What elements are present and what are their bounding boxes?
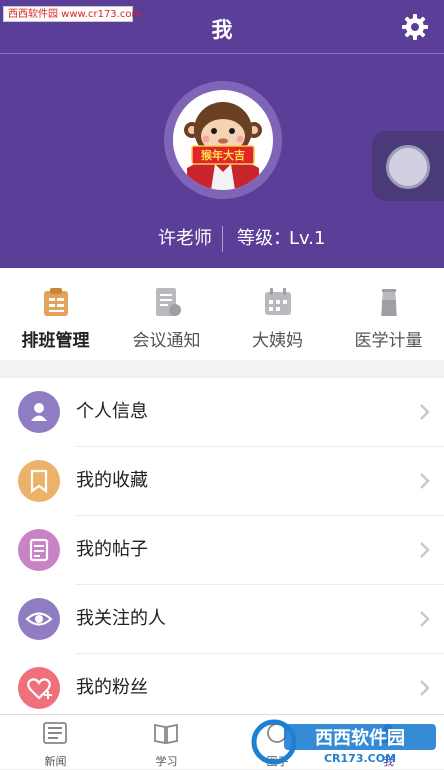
username: 许老师 xyxy=(158,228,212,249)
tab-study[interactable]: 学习 xyxy=(111,715,222,770)
menu-item-label: 我的帖子 xyxy=(76,539,148,560)
person-icon xyxy=(18,391,60,433)
menu-item-label: 我的粉丝 xyxy=(76,677,148,698)
document-icon xyxy=(156,288,181,316)
quick-action-period[interactable]: 大姨妈 xyxy=(222,268,333,360)
gear-icon[interactable] xyxy=(400,12,430,42)
menu-item-label: 我的收藏 xyxy=(76,470,148,491)
tab-label: 新闻 xyxy=(44,755,67,768)
menu-item-label: 我关注的人 xyxy=(76,608,166,629)
bookmark-icon xyxy=(18,460,60,502)
clipboard-icon xyxy=(44,288,68,316)
chevron-right-icon xyxy=(420,611,430,627)
heart-plus-icon xyxy=(18,667,60,709)
quick-action-schedule[interactable]: 排班管理 xyxy=(0,268,111,360)
quick-action-label: 大姨妈 xyxy=(252,331,303,351)
news-icon xyxy=(43,722,67,744)
user-info-row: 许老师 等级： Lv.1 xyxy=(0,226,444,252)
chevron-right-icon xyxy=(420,542,430,558)
book-icon xyxy=(154,723,178,745)
chevron-right-icon xyxy=(420,473,430,489)
menu-item-following[interactable]: 我关注的人 xyxy=(0,585,444,653)
chevron-right-icon xyxy=(420,680,430,696)
profile-menu: 个人信息 我的收藏 我的帖子 我关注的人 我的粉丝 xyxy=(0,378,444,714)
user-info-divider xyxy=(222,226,223,252)
menu-item-personal-info[interactable]: 个人信息 xyxy=(0,378,444,446)
quick-action-label: 医学计量 xyxy=(354,331,423,351)
menu-item-my-posts[interactable]: 我的帖子 xyxy=(0,516,444,584)
floating-button-knob-icon[interactable] xyxy=(386,145,430,189)
quick-action-measurement[interactable]: 医学计量 xyxy=(333,268,444,360)
avatar[interactable]: 猴年大吉 xyxy=(173,90,273,190)
avatar-banner-text: 猴年大吉 xyxy=(201,148,245,162)
level-label: 等级： xyxy=(237,228,291,249)
watermark-url: CR173.COM xyxy=(324,752,396,765)
note-icon xyxy=(18,529,60,571)
calendar-icon xyxy=(265,288,291,315)
chevron-right-icon xyxy=(420,404,430,420)
level-value: Lv.1 xyxy=(289,228,326,249)
header-divider xyxy=(0,53,444,54)
tab-news[interactable]: 新闻 xyxy=(0,715,111,770)
menu-item-favorites[interactable]: 我的收藏 xyxy=(0,447,444,515)
page-title: 我 xyxy=(211,18,233,42)
measuring-cup-icon xyxy=(381,289,397,316)
tab-label: 学习 xyxy=(155,755,178,768)
eye-icon xyxy=(18,598,60,640)
quick-action-label: 排班管理 xyxy=(21,331,90,351)
menu-item-label: 个人信息 xyxy=(76,401,148,422)
watermark-brand: 西西软件园 xyxy=(315,727,405,749)
watermark-bottom: 西西软件园 CR173.COM xyxy=(251,719,436,765)
quick-action-label: 会议通知 xyxy=(132,331,201,351)
quick-action-meeting[interactable]: 会议通知 xyxy=(111,268,222,360)
quick-actions-bar: 排班管理 会议通知 大姨妈 医学计量 xyxy=(0,268,444,360)
menu-item-followers[interactable]: 我的粉丝 xyxy=(0,654,444,722)
